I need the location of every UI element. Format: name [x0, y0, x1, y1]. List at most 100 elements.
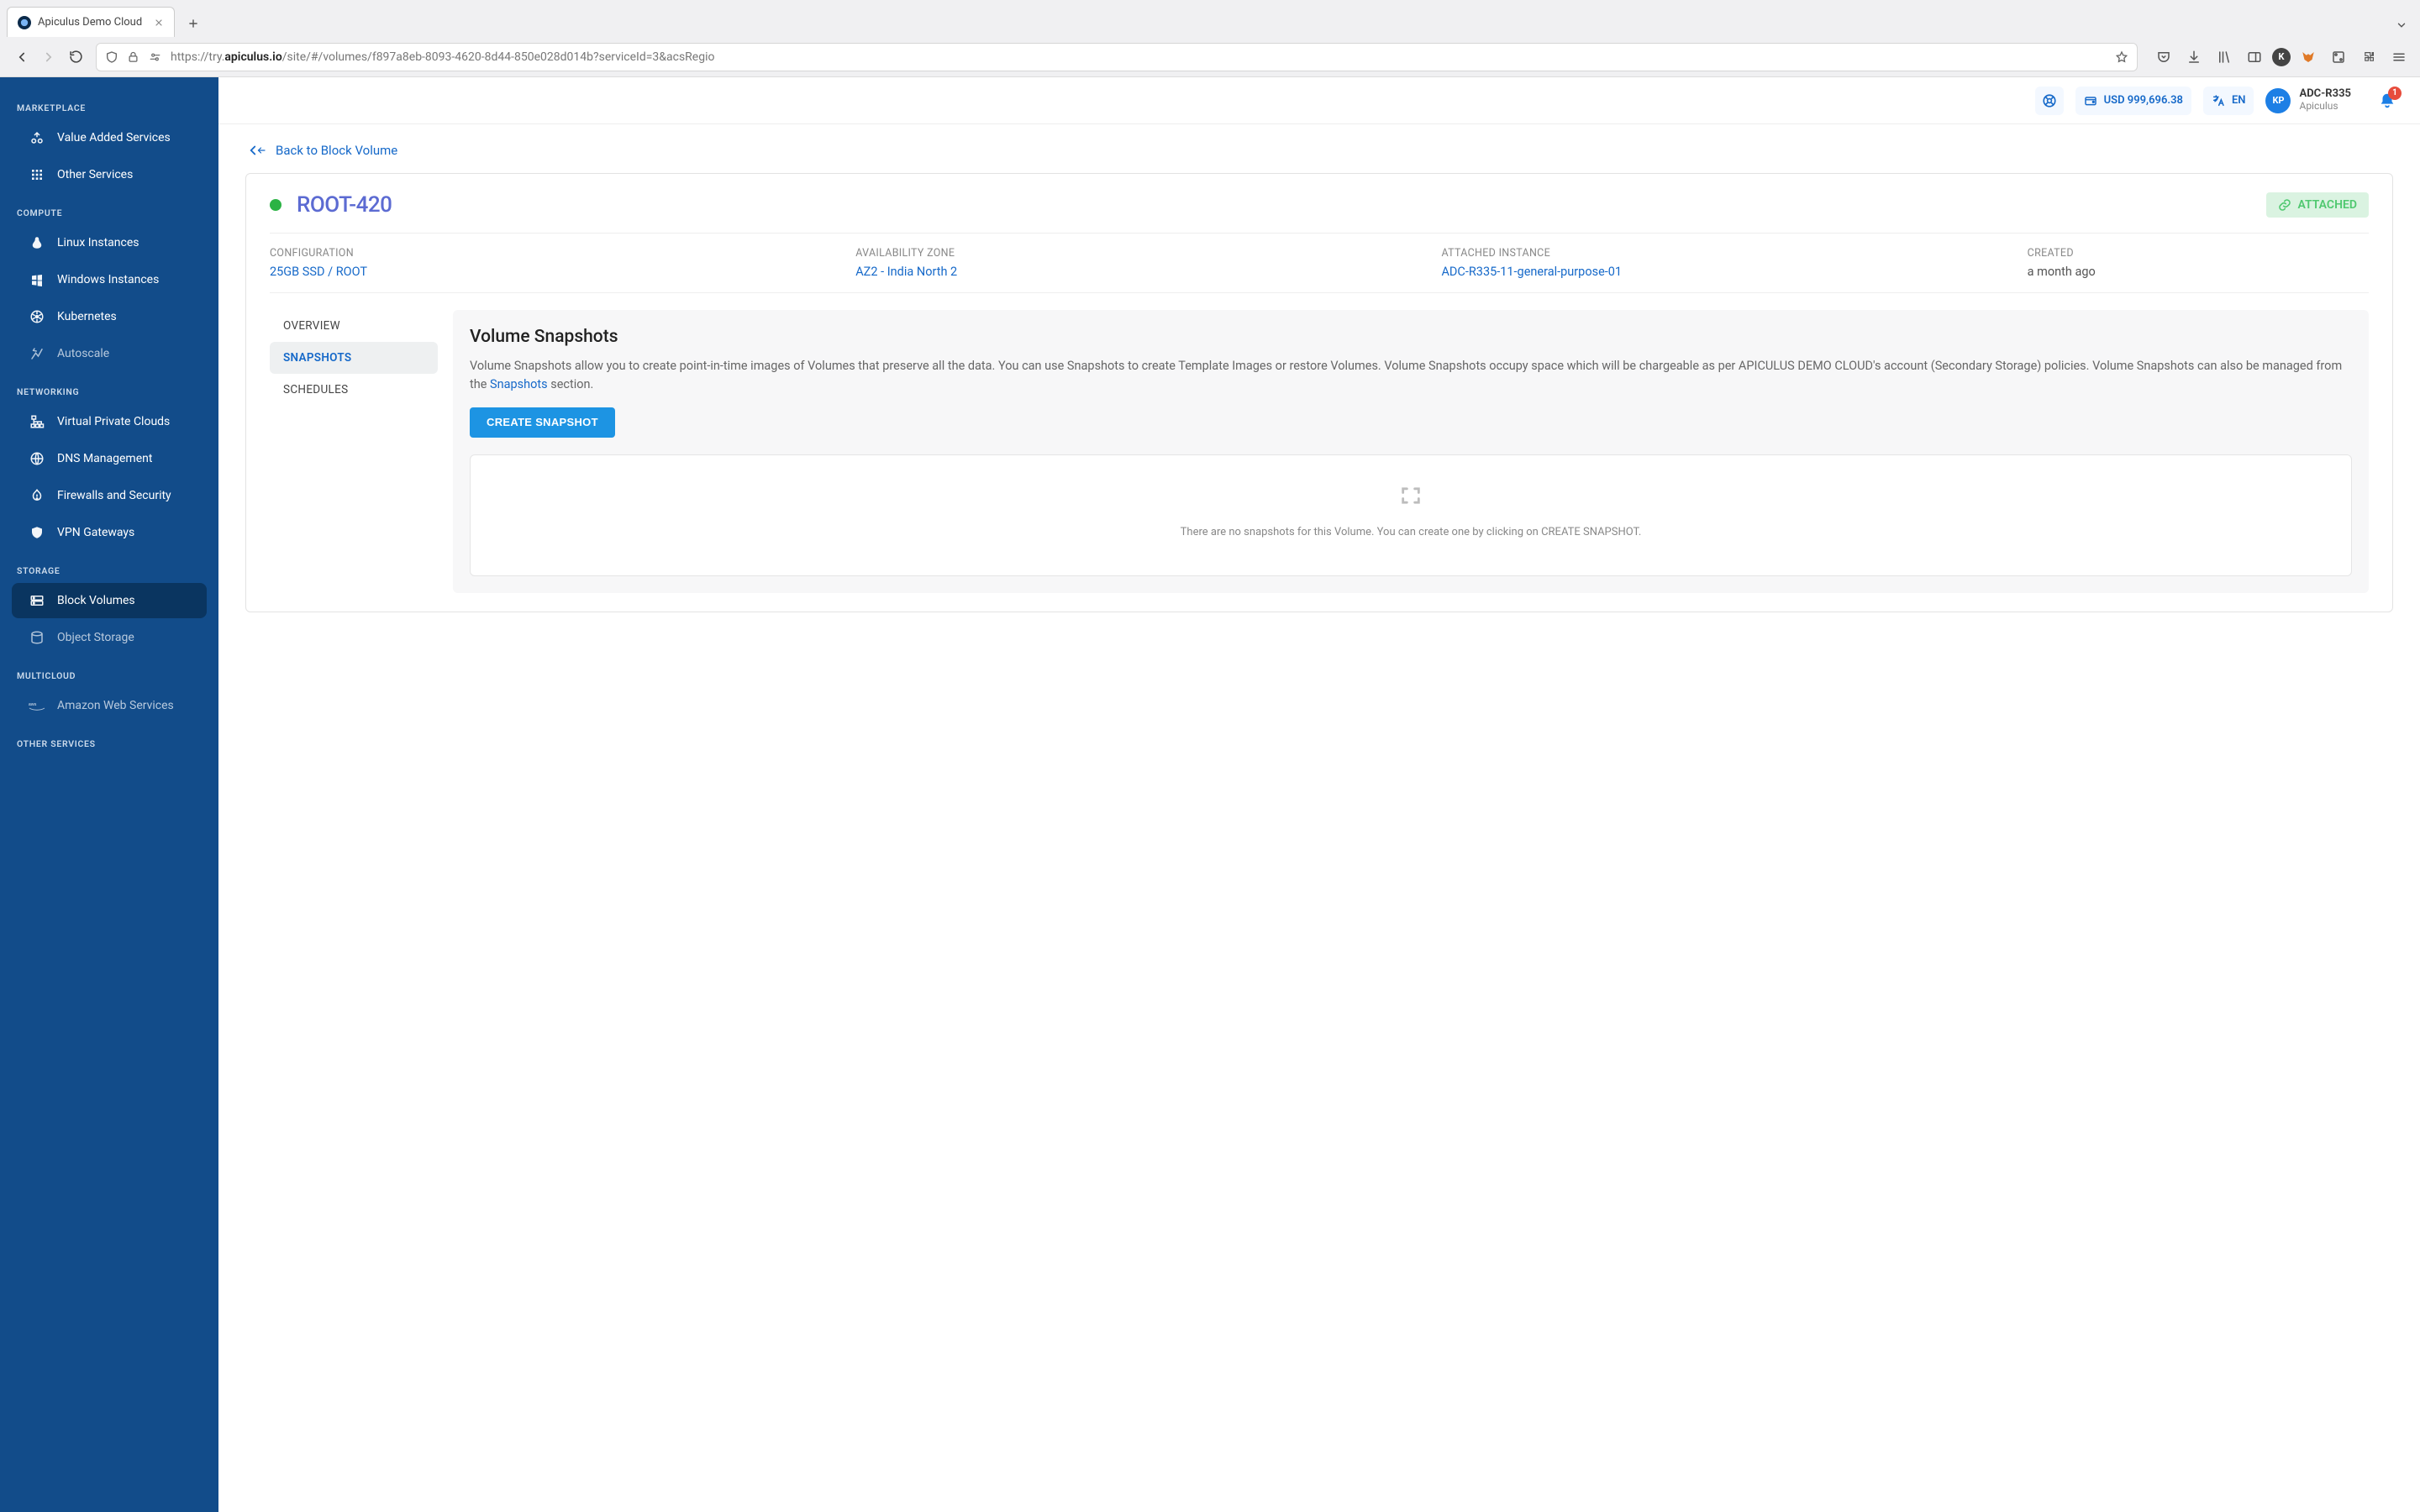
sidebar-item-vpn-gateways[interactable]: VPN Gateways — [12, 515, 207, 550]
browser-toolbar: https://try.apiculus.io/site/#/volumes/f… — [0, 37, 2420, 77]
sidebar-item-label: Object Storage — [57, 631, 134, 644]
browser-tab-title: Apiculus Demo Cloud — [38, 16, 142, 29]
support-button[interactable] — [2035, 87, 2064, 115]
sidebar-heading: MULTICLOUD — [17, 670, 202, 681]
user-menu[interactable]: KP ADC-R335 Apiculus — [2265, 88, 2351, 113]
sidebar-item-label: Other Services — [57, 168, 133, 181]
browser-tab[interactable]: Apiculus Demo Cloud — [7, 7, 175, 37]
object-icon — [29, 629, 45, 646]
reload-button[interactable] — [62, 44, 89, 71]
sidebar-item-label: Linux Instances — [57, 236, 139, 249]
language-picker[interactable]: EN — [2203, 87, 2254, 115]
url-text: https://try.apiculus.io/site/#/volumes/f… — [171, 50, 2107, 64]
sidebar-heading: COMPUTE — [17, 207, 202, 218]
sidebar-heading: OTHER SERVICES — [17, 738, 202, 749]
create-snapshot-button[interactable]: CREATE SNAPSHOT — [470, 407, 615, 438]
extension-metamask-icon[interactable] — [2296, 45, 2321, 70]
close-tab-icon[interactable] — [154, 18, 164, 28]
vas-icon — [29, 129, 45, 146]
kube-icon — [29, 308, 45, 325]
svg-text:aws: aws — [29, 702, 37, 707]
meta-attached-value[interactable]: ADC-R335-11-general-purpose-01 — [1441, 265, 2010, 279]
notifications-button[interactable]: 1 — [2378, 92, 2396, 110]
lock-icon[interactable] — [127, 50, 139, 63]
block-icon — [29, 592, 45, 609]
sidebar-heading: STORAGE — [17, 565, 202, 576]
firewall-icon — [29, 487, 45, 504]
tab-overview[interactable]: OVERVIEW — [270, 310, 438, 342]
meta-created-value: a month ago — [2028, 265, 2369, 279]
sidebar-item-block-volumes[interactable]: Block Volumes — [12, 583, 207, 618]
pocket-icon[interactable] — [2151, 45, 2176, 70]
download-icon[interactable] — [2181, 45, 2207, 70]
balance-chip[interactable]: USD 999,696.38 — [2075, 87, 2191, 115]
sidebar-item-label: Value Added Services — [57, 131, 171, 144]
page-title: ROOT-420 — [297, 192, 392, 218]
back-link[interactable]: Back to Block Volume — [245, 143, 2393, 158]
volume-card: ROOT-420 ATTACHED CONFIGURATION 25GB SSD… — [245, 173, 2393, 612]
avatar: KP — [2265, 88, 2291, 113]
meta-configuration-label: CONFIGURATION — [270, 247, 839, 260]
extensions-puzzle-icon[interactable] — [2356, 45, 2381, 70]
sidebar-item-label: Windows Instances — [57, 273, 159, 286]
pane-description: Volume Snapshots allow you to create poi… — [470, 357, 2352, 394]
user-org: Apiculus — [2299, 101, 2351, 113]
meta-created-label: CREATED — [2028, 247, 2369, 260]
meta-attached-label: ATTACHED INSTANCE — [1441, 247, 2010, 260]
vpc-icon — [29, 413, 45, 430]
address-bar[interactable]: https://try.apiculus.io/site/#/volumes/f… — [96, 43, 2138, 71]
sidebar-item-other-services[interactable]: Other Services — [12, 157, 207, 192]
sidebar-item-value-added-services[interactable]: Value Added Services — [12, 120, 207, 155]
sidebar-item-label: Amazon Web Services — [57, 699, 174, 712]
tab-snapshots[interactable]: SNAPSHOTS — [270, 342, 438, 374]
meta-zone-value: AZ2 - India North 2 — [855, 265, 1424, 279]
sidebar-item-dns-management[interactable]: DNS Management — [12, 441, 207, 476]
balance-amount: USD 999,696.38 — [2104, 94, 2183, 107]
sidebar-item-label: Block Volumes — [57, 594, 135, 607]
extension-k-icon[interactable]: K — [2272, 48, 2291, 66]
user-name: ADC-R335 — [2299, 88, 2351, 101]
extension-icon[interactable] — [2326, 45, 2351, 70]
sidebar-item-label: VPN Gateways — [57, 526, 134, 539]
volume-tabs: OVERVIEWSNAPSHOTSSCHEDULES — [270, 310, 438, 593]
snapshots-pane: Volume Snapshots Volume Snapshots allow … — [453, 310, 2369, 593]
sidebar-item-label: Autoscale — [57, 347, 109, 360]
reader-icon[interactable] — [2242, 45, 2267, 70]
snapshots-link[interactable]: Snapshots — [490, 377, 548, 391]
sidebar-item-linux-instances[interactable]: Linux Instances — [12, 225, 207, 260]
tab-schedules[interactable]: SCHEDULES — [270, 374, 438, 406]
sidebar: MARKETPLACE Value Added Services Other Ser… — [0, 77, 218, 1512]
library-icon[interactable] — [2212, 45, 2237, 70]
forward-button[interactable] — [35, 44, 62, 71]
empty-icon — [1399, 484, 1423, 507]
sidebar-item-autoscale: Autoscale — [12, 336, 207, 371]
sidebar-item-amazon-web-services: aws Amazon Web Services — [12, 688, 207, 723]
browser-tab-strip: Apiculus Demo Cloud — [0, 0, 2420, 37]
aws-icon: aws — [29, 697, 45, 714]
permissions-icon[interactable] — [148, 51, 162, 63]
sidebar-item-label: Kubernetes — [57, 310, 117, 323]
bookmark-star-icon[interactable] — [2115, 50, 2128, 64]
back-button[interactable] — [8, 44, 35, 71]
app-menu-icon[interactable] — [2386, 45, 2412, 70]
language-label: EN — [2232, 94, 2246, 107]
tracking-shield-icon[interactable] — [105, 50, 118, 64]
status-badge-label: ATTACHED — [2298, 198, 2357, 212]
status-dot-icon — [270, 199, 281, 211]
new-tab-button[interactable] — [180, 10, 207, 37]
tab-overflow-icon[interactable] — [2390, 13, 2413, 37]
grid-icon — [29, 166, 45, 183]
back-label: Back to Block Volume — [276, 143, 397, 158]
sidebar-item-firewalls-and-security[interactable]: Firewalls and Security — [12, 478, 207, 513]
empty-state: There are no snapshots for this Volume. … — [470, 454, 2352, 576]
sidebar-item-windows-instances[interactable]: Windows Instances — [12, 262, 207, 297]
vpn-icon — [29, 524, 45, 541]
pane-heading: Volume Snapshots — [470, 327, 2352, 347]
volume-meta: CONFIGURATION 25GB SSD / ROOT AVAILABILI… — [270, 233, 2369, 293]
sidebar-heading: MARKETPLACE — [17, 102, 202, 113]
linux-icon — [29, 234, 45, 251]
sidebar-item-object-storage: Object Storage — [12, 620, 207, 655]
sidebar-item-kubernetes[interactable]: Kubernetes — [12, 299, 207, 334]
sidebar-item-virtual-private-clouds[interactable]: Virtual Private Clouds — [12, 404, 207, 439]
favicon — [18, 16, 31, 29]
